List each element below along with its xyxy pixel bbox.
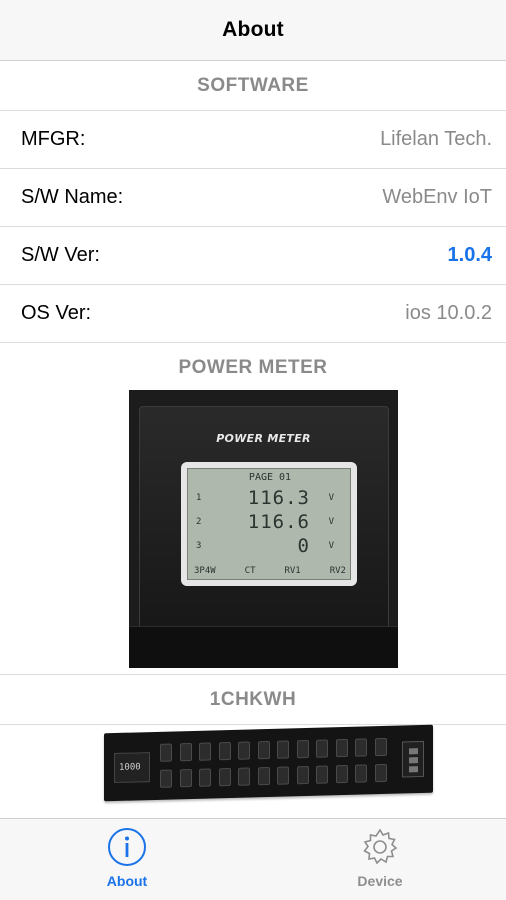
pdu-outlet — [160, 743, 172, 762]
pdu-outlet — [218, 767, 231, 787]
mfgr-label: MFGR: — [21, 128, 86, 150]
tab-about-label: About — [106, 873, 148, 889]
lcd-footer-item: CT — [244, 566, 256, 576]
lcd-screen: PAGE 01 1 116.3 V 2 116.6 V 3 0 V 3P4W C… — [187, 468, 351, 580]
pdu-switch — [402, 740, 424, 778]
pdu-display: 1000 — [114, 752, 150, 784]
pdu-outlet — [277, 740, 289, 759]
lcd-line-index: 1 — [196, 493, 202, 503]
os-ver-label: OS Ver: — [21, 302, 92, 324]
os-ver-row: OS Ver: ios 10.0.2 — [0, 285, 506, 343]
tab-bar: About Device — [0, 818, 506, 900]
pdu-section-header: 1CHKWH — [0, 675, 506, 725]
pdu-outlet — [179, 769, 192, 788]
pdu-outlet — [238, 767, 250, 786]
pdu-outlet — [277, 766, 289, 785]
lcd-footer-item: RV1 — [284, 566, 301, 576]
lcd-line-value: 0 — [297, 535, 310, 557]
lcd-line-value: 116.3 — [247, 487, 310, 509]
pdu-outlet — [374, 737, 387, 757]
pdu-outlet — [335, 738, 348, 758]
gear-icon — [363, 828, 398, 865]
software-section-header: SOFTWARE — [0, 61, 506, 111]
pdu-outlet — [316, 739, 328, 758]
pdu-outlet — [160, 769, 172, 788]
lcd-line-3: 3 0 V — [188, 535, 352, 557]
lcd-line-unit: V — [328, 517, 334, 527]
sw-ver-link[interactable]: 1.0.4 — [448, 244, 492, 267]
sw-name-value: WebEnv IoT — [382, 186, 492, 208]
lcd-line-unit: V — [328, 541, 334, 551]
meter-lower-panel — [129, 626, 398, 668]
pdu-outlet — [316, 765, 328, 784]
pdu-display-value: 1000 — [119, 762, 141, 773]
sw-name-row: S/W Name: WebEnv IoT — [0, 169, 506, 227]
pdu-outlet — [179, 743, 192, 762]
info-icon — [108, 828, 146, 866]
sw-ver-row[interactable]: S/W Ver: 1.0.4 — [0, 227, 506, 285]
pdu-outlet — [355, 738, 367, 757]
lcd-footer: 3P4W CT RV1 RV2 — [194, 566, 346, 576]
pdu-outlet — [374, 763, 387, 783]
pdu-image: 1000 — [104, 724, 433, 802]
navigation-bar: About — [0, 0, 506, 61]
tab-device-label: Device — [357, 873, 403, 889]
lcd-page-label: PAGE 01 — [248, 472, 292, 483]
power-meter-section-header: POWER METER — [0, 343, 506, 393]
lcd-line-unit: V — [328, 493, 334, 503]
pdu-outlet — [238, 741, 250, 760]
tab-device[interactable]: Device — [320, 827, 440, 897]
lcd-line-index: 3 — [196, 541, 202, 551]
lcd-line-index: 2 — [196, 517, 202, 527]
lcd-footer-item: 3P4W — [194, 566, 216, 576]
page-title: About — [222, 18, 284, 41]
sw-ver-label: S/W Ver: — [21, 244, 100, 266]
pdu-outlet — [218, 741, 231, 761]
lcd-line-2: 2 116.6 V — [188, 511, 352, 533]
lcd-line-value: 116.6 — [247, 511, 310, 533]
power-meter-image: POWER METER PAGE 01 1 116.3 V 2 116.6 V … — [129, 390, 398, 668]
meter-brand-label: POWER METER — [216, 432, 311, 445]
pdu-outlet — [199, 742, 211, 761]
pdu-outlets — [160, 736, 396, 794]
pdu-outlet — [296, 739, 309, 759]
pdu-outlet — [335, 764, 348, 784]
sw-name-label: S/W Name: — [21, 186, 124, 208]
pdu-outlet — [257, 766, 270, 786]
lcd-footer-item: RV2 — [329, 566, 346, 576]
pdu-outlet — [355, 764, 367, 783]
mfgr-row: MFGR: Lifelan Tech. — [0, 111, 506, 169]
pdu-outlet — [257, 740, 270, 760]
pdu-outlet — [199, 768, 211, 787]
mfgr-value: Lifelan Tech. — [380, 128, 492, 150]
tab-about[interactable]: About — [67, 827, 187, 897]
pdu-outlet — [296, 765, 309, 785]
os-ver-value: ios 10.0.2 — [405, 302, 492, 324]
lcd-line-1: 1 116.3 V — [188, 487, 352, 509]
